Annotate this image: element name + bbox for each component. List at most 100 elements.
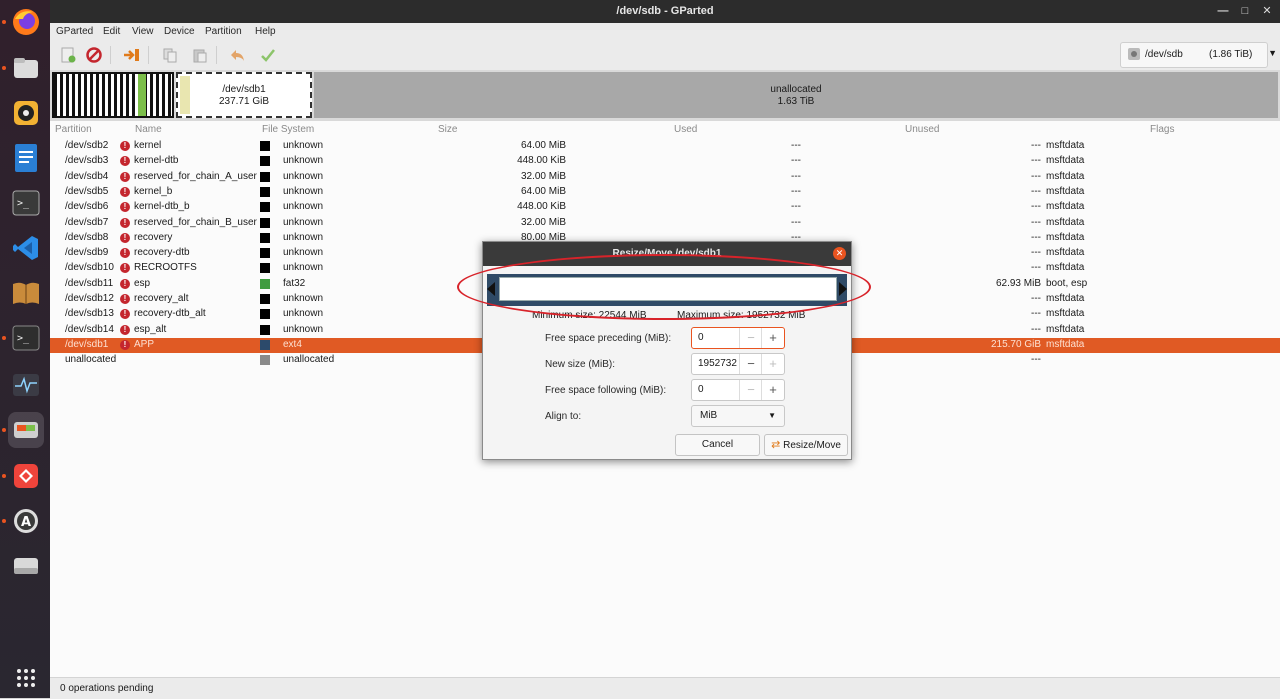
align-select[interactable]: MiB ▼	[691, 405, 785, 427]
book-icon	[13, 282, 39, 304]
firefox-launcher[interactable]	[2, 4, 44, 40]
writer-launcher[interactable]	[8, 140, 44, 176]
filesystem-cell: unknown	[283, 140, 324, 151]
partition-cell: /dev/sdb6	[65, 201, 109, 213]
filesystem-cell: unknown	[283, 262, 324, 274]
new-size-input[interactable]: 1952732 − +	[691, 353, 785, 375]
toolbar: /dev/sdb (1.86 TiB) ▼	[50, 40, 1280, 71]
show-apps-button[interactable]	[8, 660, 44, 696]
resize-move-button[interactable]	[122, 45, 142, 65]
apply-button[interactable]	[258, 45, 278, 65]
copy-icon	[163, 48, 177, 63]
filesystem-cell: unknown	[283, 293, 324, 304]
flags-cell: msftdata	[1046, 323, 1085, 335]
decrement-icon[interactable]: −	[739, 354, 762, 374]
app-grid-icon	[17, 669, 35, 687]
copy-button[interactable]	[160, 45, 180, 65]
filesystem-cell: fat32	[283, 277, 306, 289]
free-following-input[interactable]: 0 − +	[691, 379, 785, 401]
menu-device[interactable]: Device	[164, 26, 195, 37]
terminal-launcher[interactable]: >_	[8, 185, 44, 221]
map-esp-block[interactable]	[138, 74, 146, 116]
unused-cell: ---	[1031, 155, 1041, 167]
book-launcher[interactable]	[8, 275, 44, 311]
table-row[interactable]: /dev/sdb4 reserved_for_chain_A_user unknow…	[50, 170, 1280, 185]
gparted-icon	[14, 422, 38, 438]
minimize-icon[interactable]: —	[1214, 2, 1232, 20]
free-preceding-input[interactable]: 0 − +	[691, 327, 785, 349]
unused-cell: ---	[1031, 262, 1041, 274]
new-partition-button[interactable]	[58, 45, 78, 65]
files-launcher[interactable]	[2, 50, 44, 86]
col-unused[interactable]: Unused	[905, 124, 939, 135]
size-cell: 64.00 MiB	[520, 140, 566, 151]
flags-cell: msftdata	[1046, 308, 1085, 320]
menu-partition[interactable]: Partition	[205, 26, 242, 37]
paste-button[interactable]	[190, 45, 210, 65]
table-row[interactable]: /dev/sdb3 kernel-dtb unknown 448.00 KiB --- -…	[50, 154, 1280, 169]
col-filesystem[interactable]: File System	[262, 124, 314, 135]
unused-cell: ---	[1031, 140, 1041, 151]
anydesk-launcher[interactable]	[2, 458, 44, 494]
undo-button[interactable]	[228, 45, 248, 65]
svg-text:>_: >_	[17, 333, 30, 344]
vscode-launcher[interactable]	[8, 230, 44, 266]
svg-text:A: A	[21, 515, 31, 530]
menu-gparted[interactable]: GParted	[56, 26, 93, 37]
unused-cell: ---	[1031, 170, 1041, 182]
system-monitor-launcher[interactable]	[8, 367, 44, 403]
software-updater-launcher[interactable]: A	[2, 503, 44, 539]
decrement-icon[interactable]: −	[739, 380, 762, 400]
close-icon[interactable]: ✕	[1258, 2, 1276, 20]
menu-view[interactable]: View	[132, 26, 154, 37]
name-cell: esp	[134, 277, 151, 289]
filesystem-cell: unknown	[283, 308, 324, 320]
map-unallocated-block[interactable]: unallocated 1.63 TiB	[314, 72, 1278, 118]
map-small-partitions[interactable]	[52, 72, 174, 118]
resize-move-label: Resize/Move	[783, 440, 841, 451]
warning-icon: !	[120, 248, 130, 259]
filesystem-color-swatch	[260, 171, 270, 182]
unused-cell: ---	[1031, 201, 1041, 213]
rhythmbox-launcher[interactable]	[8, 95, 44, 131]
resize-move-confirm-button[interactable]: ⇄ Resize/Move	[764, 434, 848, 456]
increment-icon[interactable]: +	[761, 354, 784, 374]
table-row[interactable]: /dev/sdb6 kernel-dtb_b unknown 448.00 KiB --…	[50, 200, 1280, 215]
table-row[interactable]: /dev/sdb7 reserved_for_chain_B_user unknow…	[50, 216, 1280, 231]
dropdown-arrow-icon: ▼	[1268, 48, 1277, 58]
flags-cell: msftdata	[1046, 140, 1085, 151]
col-flags[interactable]: Flags	[1150, 124, 1174, 135]
increment-icon[interactable]: +	[761, 328, 784, 348]
partition-cell: /dev/sdb2	[65, 140, 109, 151]
decrement-icon[interactable]: −	[739, 328, 762, 348]
gparted-launcher[interactable]	[2, 412, 44, 448]
table-row[interactable]: /dev/sdb5 kernel_b unknown 64.00 MiB --- --- m…	[50, 185, 1280, 200]
increment-icon[interactable]: +	[761, 380, 784, 400]
warning-icon: !	[120, 294, 130, 304]
size-cell: 32.00 MiB	[520, 216, 566, 228]
align-label: Align to:	[545, 411, 582, 422]
filesystem-color-swatch	[260, 355, 270, 366]
used-cell: ---	[791, 185, 801, 197]
map-sdb1-block[interactable]: /dev/sdb1 237.71 GiB	[176, 72, 312, 118]
name-cell: recovery-dtb_alt	[134, 308, 206, 320]
maximize-icon[interactable]: □	[1236, 2, 1254, 20]
device-selector[interactable]: /dev/sdb (1.86 TiB) ▼	[1120, 42, 1277, 68]
col-used[interactable]: Used	[674, 124, 697, 135]
col-size[interactable]: Size	[438, 124, 457, 135]
cancel-button[interactable]: Cancel	[675, 434, 760, 456]
delete-partition-button[interactable]	[84, 45, 104, 65]
table-row[interactable]: /dev/sdb2 kernel unknown 64.00 MiB --- --- msf…	[50, 139, 1280, 154]
free-following-label: Free space following (MiB):	[545, 385, 667, 396]
filesystem-cell: unknown	[283, 201, 324, 213]
col-name[interactable]: Name	[135, 124, 162, 135]
terminal2-launcher[interactable]: >_	[2, 320, 44, 356]
menu-edit[interactable]: Edit	[103, 26, 120, 37]
used-cell: ---	[791, 170, 801, 182]
name-cell: recovery	[134, 231, 173, 243]
flags-cell: msftdata	[1046, 262, 1085, 274]
menu-help[interactable]: Help	[255, 26, 276, 37]
drive-launcher[interactable]	[8, 548, 44, 584]
col-partition[interactable]: Partition	[55, 124, 92, 135]
dialog-close-icon[interactable]: ✕	[833, 247, 846, 260]
